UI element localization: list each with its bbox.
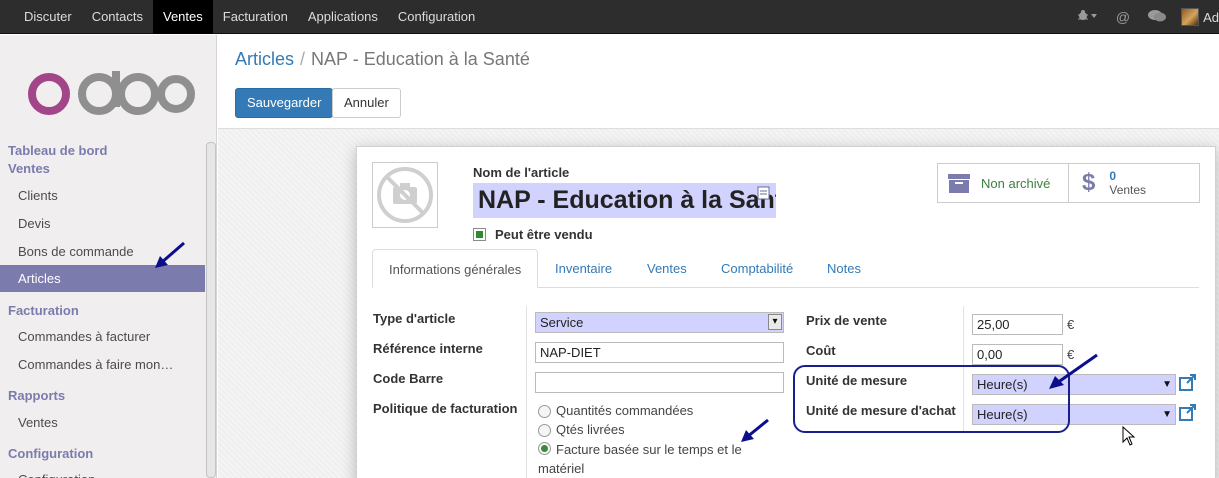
sidebar-scrollbar[interactable] xyxy=(206,142,216,478)
cost-label: Coût xyxy=(806,343,836,358)
translate-icon[interactable] xyxy=(757,186,770,200)
sidebar-section-ventes: Ventes xyxy=(8,161,50,176)
dropdown-arrow-icon: ▼ xyxy=(1162,379,1172,390)
sidebar-section-rapports: Rapports xyxy=(8,388,66,403)
tab-inventaire[interactable]: Inventaire xyxy=(539,249,628,288)
sale-price-label: Prix de vente xyxy=(806,313,887,328)
can-be-sold-checkbox[interactable]: Peut être vendu xyxy=(473,227,593,242)
cancel-button[interactable]: Annuler xyxy=(332,88,401,118)
sidebar-section-facturation: Facturation xyxy=(8,303,79,318)
menu-contacts[interactable]: Contacts xyxy=(82,0,153,34)
product-name-label: Nom de l'article xyxy=(473,165,570,180)
product-type-value: Service xyxy=(540,315,584,330)
sale-price-currency: € xyxy=(1067,317,1075,332)
invoice-option-label-cont: matériel xyxy=(538,461,585,476)
can-be-sold-label: Peut être vendu xyxy=(495,227,593,242)
sidebar-section-configuration: Configuration xyxy=(8,446,94,461)
menu-ventes[interactable]: Ventes xyxy=(153,0,213,34)
product-name-input[interactable]: NAP - Education à la Santé xyxy=(473,183,776,218)
radio-button[interactable] xyxy=(538,405,551,418)
menu-applications[interactable]: Applications xyxy=(298,0,388,34)
breadcrumb: Articles / NAP - Education à la Santé xyxy=(235,49,530,70)
menu-discuter[interactable]: Discuter xyxy=(14,0,82,34)
annotation-arrow-invoice xyxy=(741,418,769,442)
odoo-logo xyxy=(28,71,195,115)
tab-comptabilite[interactable]: Comptabilité xyxy=(705,249,809,288)
archive-box-icon xyxy=(948,174,970,193)
radio-button[interactable] xyxy=(538,424,551,437)
sales-count-label: Ventes xyxy=(1109,183,1147,197)
sidebar-item-devis[interactable]: Devis xyxy=(0,210,205,237)
tab-informations-generales[interactable]: Informations générales xyxy=(372,249,539,288)
sidebar-item-clients[interactable]: Clients xyxy=(0,182,205,209)
menu-facturation[interactable]: Facturation xyxy=(213,0,298,34)
breadcrumb-parent[interactable]: Articles xyxy=(235,49,294,69)
archive-status-label: Non archivé xyxy=(981,175,1051,191)
archive-toggle-button[interactable]: Non archivé xyxy=(937,163,1069,203)
invoice-option-ordered[interactable]: Quantités commandées xyxy=(538,403,693,418)
checkbox-icon[interactable] xyxy=(473,228,486,241)
invoice-option-label: Quantités commandées xyxy=(556,403,694,418)
menu-configuration[interactable]: Configuration xyxy=(388,0,485,34)
save-button[interactable]: Sauvegarder xyxy=(235,88,334,118)
radio-button-selected[interactable] xyxy=(538,442,551,455)
barcode-input[interactable] xyxy=(535,372,784,393)
external-link-icon[interactable] xyxy=(1179,403,1197,421)
dropdown-arrow-icon: ▼ xyxy=(1162,409,1172,420)
sidebar-section-dashboard[interactable]: Tableau de bord xyxy=(8,143,107,158)
sidebar-item-commandes-a-faire[interactable]: Commandes à faire mon… xyxy=(0,351,205,378)
external-link-icon[interactable] xyxy=(1179,373,1197,391)
invoice-policy-label: Politique de facturation xyxy=(373,401,518,416)
mouse-cursor-icon xyxy=(1122,426,1136,446)
internal-ref-input[interactable]: NAP-DIET xyxy=(535,342,784,363)
sale-price-input[interactable]: 25,00 xyxy=(972,314,1063,335)
product-type-label: Type d'article xyxy=(373,311,456,326)
main-menu: Discuter Contacts Ventes Facturation App… xyxy=(14,0,485,34)
user-name[interactable]: Ad xyxy=(1203,10,1219,25)
invoice-option-label: Facture basée sur le temps et le xyxy=(556,442,742,457)
debug-bug-icon[interactable] xyxy=(1077,9,1098,25)
sidebar-item-configuration[interactable]: Configuration xyxy=(0,466,205,478)
tab-ventes[interactable]: Ventes xyxy=(631,249,703,288)
chat-bubbles-icon[interactable] xyxy=(1148,9,1167,26)
tab-notes[interactable]: Notes xyxy=(811,249,877,288)
dollar-icon: $ xyxy=(1082,169,1096,196)
annotation-arrow-uom xyxy=(1049,353,1098,389)
sidebar-item-rapport-ventes[interactable]: Ventes xyxy=(0,409,205,436)
sidebar-item-commandes-a-facturer[interactable]: Commandes à facturer xyxy=(0,323,205,350)
invoice-option-delivered[interactable]: Qtés livrées xyxy=(538,422,625,437)
annotation-highlight-uom xyxy=(793,365,1070,433)
sales-smart-button[interactable]: $ 0 Ventes xyxy=(1068,163,1200,203)
top-navbar: Discuter Contacts Ventes Facturation App… xyxy=(0,0,1219,34)
invoice-option-timesheet[interactable]: Facture basée sur le temps et le matérie… xyxy=(538,440,742,478)
barcode-label: Code Barre xyxy=(373,371,444,386)
annotation-arrow-articles xyxy=(155,241,185,268)
product-image[interactable] xyxy=(372,162,438,228)
product-type-select[interactable]: Service ▾ xyxy=(535,312,784,333)
sales-count: 0 xyxy=(1109,169,1117,183)
at-mention-icon[interactable]: @ xyxy=(1116,9,1130,25)
internal-ref-label: Référence interne xyxy=(373,341,483,356)
breadcrumb-separator: / xyxy=(300,49,306,69)
user-avatar[interactable] xyxy=(1181,8,1200,26)
invoice-option-label: Qtés livrées xyxy=(556,422,625,437)
invoice-option-text: Facture basée sur le temps et le matérie… xyxy=(538,440,742,478)
field-divider-left xyxy=(526,306,527,478)
breadcrumb-current: NAP - Education à la Santé xyxy=(311,49,530,69)
dropdown-arrow-icon: ▾ xyxy=(768,314,782,330)
no-camera-icon xyxy=(377,167,433,223)
